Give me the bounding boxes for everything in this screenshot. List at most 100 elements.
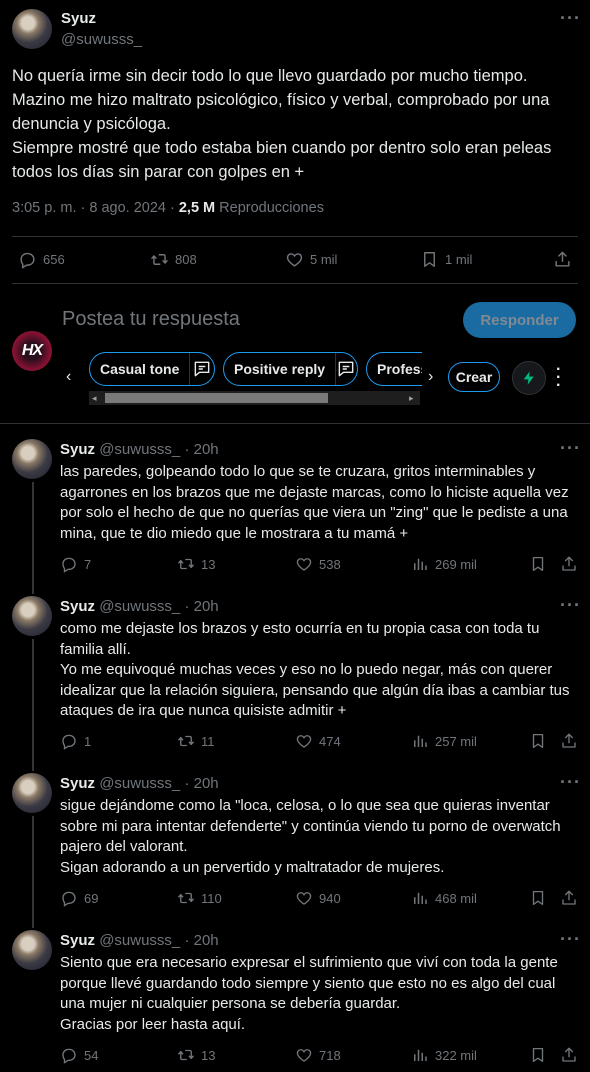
- reply-author-name[interactable]: Syuz: [60, 598, 95, 615]
- reply-time[interactable]: 20h: [194, 598, 219, 615]
- bookmark-action[interactable]: 1 mil: [420, 250, 472, 269]
- composer-more-icon[interactable]: · · ·: [556, 362, 561, 394]
- reply-icon: [62, 1048, 76, 1064]
- reply-views-action[interactable]: 257 mil: [411, 732, 477, 750]
- like-count: 718: [319, 1047, 341, 1063]
- share-action[interactable]: [553, 250, 572, 269]
- tweet-timestamp[interactable]: 3:05 p. m. · 8 ago. 2024 ·: [12, 200, 179, 216]
- reply-share-action[interactable]: [560, 555, 578, 573]
- retweet-count: 808: [175, 252, 197, 267]
- reply-author-name[interactable]: Syuz: [60, 932, 95, 949]
- heart-icon: [296, 558, 312, 571]
- reply-count: 656: [43, 252, 65, 267]
- reply-reply-action[interactable]: 69: [60, 889, 98, 907]
- reply-views-action[interactable]: 322 mil: [411, 1046, 477, 1064]
- create-button[interactable]: Crear: [448, 362, 500, 392]
- retweet-count: 11: [201, 733, 215, 749]
- scrollbar-thumb[interactable]: [105, 393, 328, 403]
- reply-avatar[interactable]: [12, 439, 52, 479]
- user-avatar-glyph: HX: [21, 342, 43, 359]
- like-count: 940: [319, 890, 341, 906]
- like-action[interactable]: 5 mil: [285, 250, 337, 269]
- reply-reply-action[interactable]: 1: [60, 732, 91, 750]
- reply-views-action[interactable]: 269 mil: [411, 555, 477, 573]
- reply-time[interactable]: 20h: [194, 441, 219, 458]
- reply-avatar[interactable]: [12, 773, 52, 813]
- reply-bookmark-action[interactable]: [529, 555, 547, 573]
- more-options-icon[interactable]: ···: [560, 8, 581, 29]
- reply-like-action[interactable]: 940: [295, 889, 341, 907]
- scroll-right-arrow-icon[interactable]: ▸: [409, 391, 414, 405]
- reply-like-action[interactable]: 718: [295, 1046, 341, 1064]
- reply-reply-action[interactable]: 54: [60, 1046, 98, 1064]
- reply-icon: [20, 252, 35, 269]
- reply-share-action[interactable]: [560, 1046, 578, 1064]
- reply-time[interactable]: 20h: [194, 775, 219, 792]
- reply-button[interactable]: Responder: [463, 302, 576, 338]
- reply-like-action[interactable]: 474: [295, 732, 341, 750]
- views-count: 322 mil: [435, 1047, 477, 1063]
- retweet-count: 13: [201, 556, 216, 572]
- reply-retweet-action[interactable]: 11: [177, 732, 215, 750]
- reply-reply-action[interactable]: 7: [60, 555, 91, 573]
- chip-label: Casual tone: [100, 361, 180, 377]
- grok-button[interactable]: [512, 361, 546, 395]
- reply-author-name[interactable]: Syuz: [60, 775, 95, 792]
- reply-count: 69: [84, 890, 99, 906]
- reply-bookmark-action[interactable]: [529, 732, 547, 750]
- bookmark-icon: [532, 556, 544, 572]
- reply-more-icon[interactable]: ···: [560, 595, 581, 616]
- author-name[interactable]: Syuz: [61, 10, 96, 27]
- reply-retweet-action[interactable]: 13: [177, 1046, 215, 1064]
- reply-retweet-action[interactable]: 110: [177, 889, 222, 907]
- reply-views-action[interactable]: 468 mil: [411, 889, 477, 907]
- reply-text: Siento que era necesario expresar el suf…: [60, 954, 558, 1033]
- reply-more-icon[interactable]: ···: [560, 929, 581, 950]
- bookmark-icon: [532, 733, 544, 749]
- chips-scrollbar[interactable]: ◂ ▸: [89, 391, 420, 405]
- chip-positive-reply[interactable]: Positive reply: [223, 352, 358, 386]
- author-avatar[interactable]: [12, 9, 52, 49]
- reply-like-action[interactable]: 538: [295, 555, 341, 573]
- reply-retweet-action[interactable]: 13: [177, 555, 215, 573]
- chip-professional[interactable]: Profess: [366, 352, 422, 386]
- reply-author-handle[interactable]: @suwusss_: [99, 932, 180, 949]
- like-count: 538: [319, 556, 341, 572]
- bookmark-icon: [532, 1047, 544, 1063]
- retweet-action[interactable]: 808: [150, 250, 197, 269]
- compose-icon: [336, 359, 357, 379]
- reply-input[interactable]: Postea tu respuesta: [62, 308, 240, 331]
- reply-more-icon[interactable]: ···: [560, 772, 581, 793]
- chips-scroll-right-icon[interactable]: ›: [428, 368, 433, 386]
- reply-count: 7: [84, 556, 92, 572]
- reply-author-handle[interactable]: @suwusss_: [99, 441, 180, 458]
- reply-author-handle[interactable]: @suwusss_: [99, 775, 180, 792]
- tweet-meta: 3:05 p. m. · 8 ago. 2024 · 2,5 M Reprodu…: [12, 200, 324, 216]
- reply-action[interactable]: 656: [18, 250, 65, 269]
- user-avatar[interactable]: HX: [12, 331, 52, 371]
- bookmark-icon: [424, 252, 435, 267]
- reply-avatar[interactable]: [12, 930, 52, 970]
- retweet-icon: [177, 558, 195, 570]
- share-icon: [562, 1047, 576, 1062]
- reply-author-handle[interactable]: @suwusss_: [99, 598, 180, 615]
- scroll-left-arrow-icon[interactable]: ◂: [92, 391, 97, 405]
- bookmark-icon: [532, 890, 544, 906]
- reply-bookmark-action[interactable]: [529, 1046, 547, 1064]
- tweet-text: No quería irme sin decir todo lo que lle…: [12, 67, 552, 181]
- reply-avatar[interactable]: [12, 596, 52, 636]
- reply-time[interactable]: 20h: [194, 932, 219, 949]
- views-bar-chart-icon: [414, 558, 427, 570]
- reply-header: Syuz @suwusss_ · 20h: [60, 441, 219, 458]
- reply-icon: [62, 734, 76, 750]
- reply-share-action[interactable]: [560, 732, 578, 750]
- reply-author-name[interactable]: Syuz: [60, 441, 95, 458]
- chip-casual-tone[interactable]: Casual tone: [89, 352, 215, 386]
- reply-header: Syuz @suwusss_ · 20h: [60, 932, 219, 949]
- reply-bookmark-action[interactable]: [529, 889, 547, 907]
- share-icon: [562, 556, 576, 571]
- chips-scroll-left-icon[interactable]: ‹: [66, 368, 71, 386]
- reply-share-action[interactable]: [560, 889, 578, 907]
- reply-more-icon[interactable]: ···: [560, 438, 581, 459]
- author-handle[interactable]: @suwusss_: [61, 31, 142, 48]
